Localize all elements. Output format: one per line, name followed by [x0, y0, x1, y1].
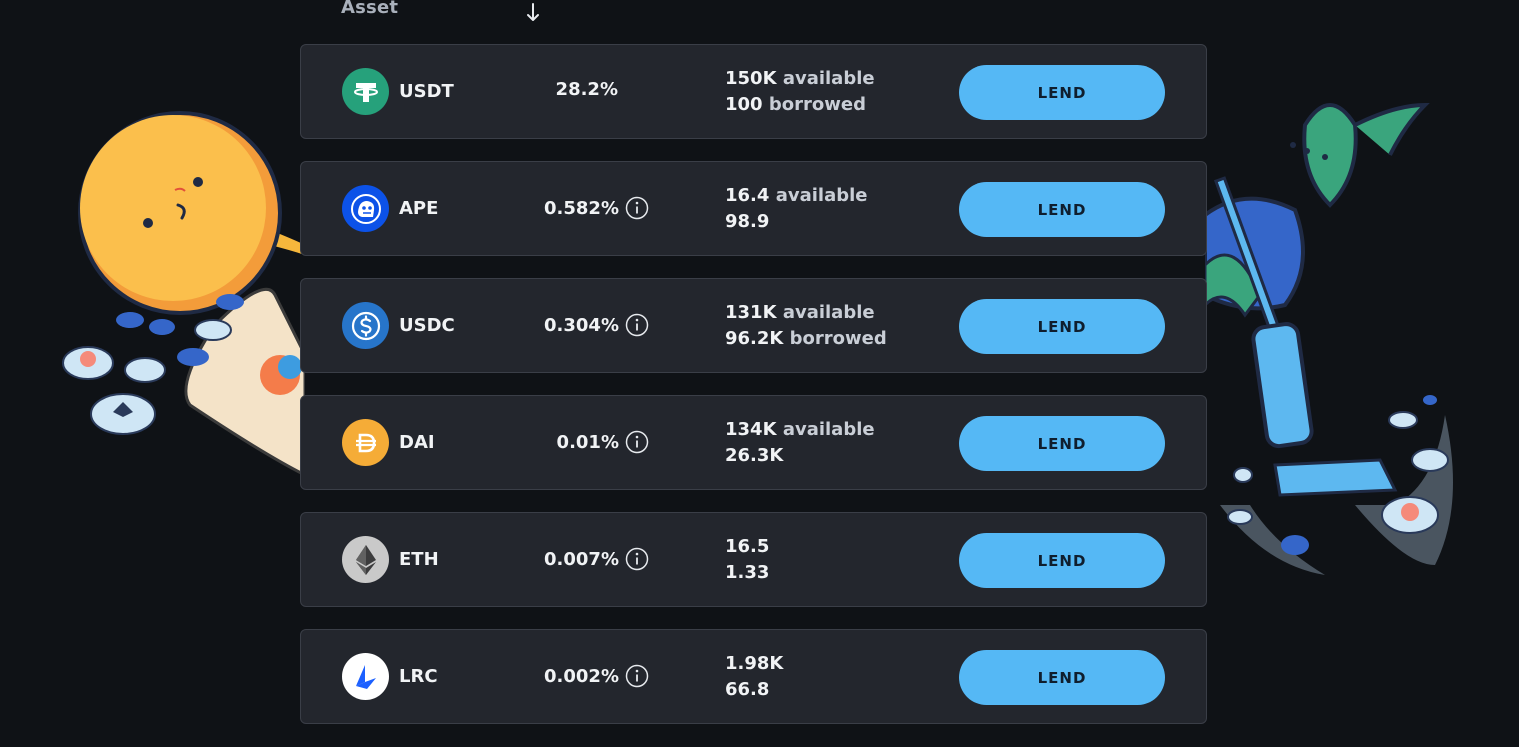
interest-rate: 0.007%	[544, 548, 619, 570]
column-header-asset[interactable]: Asset	[341, 0, 398, 18]
usdc-icon	[342, 302, 389, 349]
asset-symbol: USDC	[399, 315, 455, 336]
liquidity-cell: 16.4 available 98.9	[725, 183, 867, 235]
interest-rate: 0.582%	[544, 197, 619, 219]
asset-row-usdt[interactable]: USDT 28.2% 150K available 100 borrowed L…	[300, 44, 1207, 139]
info-icon[interactable]	[625, 430, 649, 454]
liquidity-cell: 1.98K 66.8	[725, 651, 783, 703]
info-icon[interactable]	[625, 547, 649, 571]
rate-cell: 0.01%	[501, 430, 649, 454]
rate-cell: 0.007%	[501, 547, 649, 571]
interest-rate: 28.2%	[555, 79, 618, 100]
asset-symbol: USDT	[399, 81, 454, 102]
available-amount: 131K	[725, 302, 777, 323]
asset-row-dai[interactable]: DAI 0.01% 134K available 26.3K LEND	[300, 395, 1207, 490]
borrowed-amount: 26.3K	[725, 445, 784, 466]
borrowed-amount: 1.33	[725, 562, 770, 583]
tether-icon	[342, 68, 389, 115]
mascot-vacuum-illustration	[1205, 102, 1453, 575]
available-amount: 16.4	[725, 185, 770, 206]
lend-button-dai[interactable]: LEND	[959, 416, 1165, 471]
asset-list: USDT 28.2% 150K available 100 borrowed L…	[300, 44, 1207, 724]
available-amount: 150K	[725, 68, 777, 89]
liquidity-cell: 150K available 100 borrowed	[725, 66, 875, 118]
rate-cell: 0.304%	[501, 313, 649, 337]
rate-cell: 0.582%	[501, 196, 649, 220]
liquidity-cell: 131K available 96.2K borrowed	[725, 300, 887, 352]
dai-icon	[342, 419, 389, 466]
asset-row-ape[interactable]: APE 0.582% 16.4 available 98.9 LEND	[300, 161, 1207, 256]
interest-rate: 0.304%	[544, 314, 619, 336]
lending-page: Asset USDT 28.2% 150K available 100 borr…	[0, 0, 1519, 747]
rate-cell: 0.002%	[501, 664, 649, 688]
info-icon[interactable]	[625, 196, 649, 220]
ethereum-icon	[342, 536, 389, 583]
asset-symbol: ETH	[399, 549, 439, 570]
loopring-icon	[342, 653, 389, 700]
liquidity-cell: 134K available 26.3K	[725, 417, 875, 469]
borrowed-amount: 96.2K	[725, 328, 784, 349]
asset-symbol: DAI	[399, 432, 435, 453]
interest-rate: 0.01%	[556, 431, 619, 453]
lend-button-usdt[interactable]: LEND	[959, 65, 1165, 120]
available-label: available	[782, 68, 875, 89]
asset-row-lrc[interactable]: LRC 0.002% 1.98K 66.8 LEND	[300, 629, 1207, 724]
lend-button-ape[interactable]: LEND	[959, 182, 1165, 237]
info-icon[interactable]	[625, 313, 649, 337]
asset-row-usdc[interactable]: USDC 0.304% 131K available 96.2K borrowe…	[300, 278, 1207, 373]
available-label: available	[782, 419, 875, 440]
lend-button-eth[interactable]: LEND	[959, 533, 1165, 588]
borrowed-label: borrowed	[789, 328, 887, 349]
liquidity-cell: 16.5 1.33	[725, 534, 769, 586]
asset-symbol: APE	[399, 198, 439, 219]
apecoin-icon	[342, 185, 389, 232]
rate-cell: 28.2%	[501, 79, 649, 100]
available-amount: 16.5	[725, 536, 770, 557]
available-label: available	[782, 302, 875, 323]
asset-row-eth[interactable]: ETH 0.007% 16.5 1.33 LEND	[300, 512, 1207, 607]
coin-character-illustration	[62, 111, 305, 475]
available-amount: 134K	[725, 419, 777, 440]
arrow-down-icon[interactable]	[525, 1, 541, 23]
available-amount: 1.98K	[725, 653, 784, 674]
info-icon[interactable]	[625, 664, 649, 688]
lend-button-lrc[interactable]: LEND	[959, 650, 1165, 705]
lend-button-usdc[interactable]: LEND	[959, 299, 1165, 354]
borrowed-amount: 100	[725, 94, 763, 115]
borrowed-amount: 66.8	[725, 679, 770, 700]
asset-symbol: LRC	[399, 666, 438, 687]
available-label: available	[775, 185, 868, 206]
borrowed-amount: 98.9	[725, 211, 770, 232]
interest-rate: 0.002%	[544, 665, 619, 687]
borrowed-label: borrowed	[768, 94, 866, 115]
